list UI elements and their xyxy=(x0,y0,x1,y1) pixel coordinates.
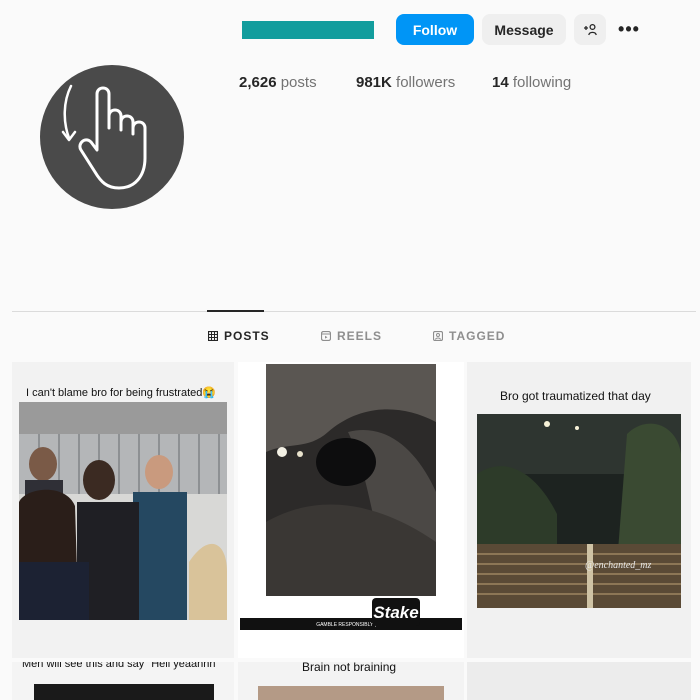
avatar[interactable] xyxy=(40,65,184,209)
active-tab-indicator xyxy=(207,310,264,312)
post-image xyxy=(19,402,227,620)
post-image: @enchanted_mz xyxy=(477,414,681,608)
post-caption: Bro got traumatized that day xyxy=(500,389,651,403)
tagged-icon xyxy=(433,331,443,341)
followers-label: followers xyxy=(396,74,456,91)
message-button[interactable]: Message xyxy=(482,14,566,45)
scroll-hand-icon xyxy=(61,84,147,190)
post-watermark: @enchanted_mz xyxy=(585,560,652,571)
post-tile[interactable]: GAMBLE RESPONSIBLY | 18+ Stake xyxy=(238,362,464,658)
tab-reels[interactable]: REELS xyxy=(321,329,382,343)
followers-stat[interactable]: 981K followers xyxy=(356,74,455,91)
post-caption: Brain not braining xyxy=(302,662,397,674)
post-tile[interactable]: Bro got traumatized that day @enchanted_… xyxy=(467,362,691,658)
post-image xyxy=(34,684,214,700)
username-redacted xyxy=(242,21,374,39)
post-tile[interactable]: Brain not braining xyxy=(238,662,464,700)
post-tile[interactable]: I can't blame bro for being frustrated😭 xyxy=(12,362,234,658)
tab-posts-label: POSTS xyxy=(224,329,270,343)
posts-count: 2,626 xyxy=(239,74,277,91)
tab-tagged[interactable]: TAGGED xyxy=(433,329,505,343)
following-stat[interactable]: 14 following xyxy=(492,74,571,91)
post-image: GAMBLE RESPONSIBLY | 18+ Stake xyxy=(238,362,464,658)
grid-icon xyxy=(208,331,218,341)
following-label: following xyxy=(512,74,572,91)
following-count: 14 xyxy=(492,74,509,91)
post-tile[interactable]: Men will see this and say "Hell yeaahhh" xyxy=(12,662,234,700)
tab-tagged-label: TAGGED xyxy=(449,329,506,343)
posts-label: posts xyxy=(280,74,317,91)
add-user-icon xyxy=(584,23,597,35)
posts-stat: 2,626 posts xyxy=(239,74,317,91)
stake-logo: Stake xyxy=(373,603,418,622)
post-image xyxy=(258,686,444,700)
tab-reels-label: REELS xyxy=(337,329,383,343)
follow-button[interactable]: Follow xyxy=(396,14,474,45)
more-dots-icon: ••• xyxy=(618,19,640,39)
more-options-button[interactable]: ••• xyxy=(614,14,644,45)
post-image xyxy=(467,662,691,700)
reels-icon xyxy=(321,331,331,341)
tabs-divider xyxy=(12,311,696,312)
post-tile[interactable] xyxy=(467,662,691,700)
tab-posts[interactable]: POSTS xyxy=(208,329,270,343)
suggest-user-button[interactable] xyxy=(574,14,606,45)
post-caption: I can't blame bro for being frustrated😭 xyxy=(26,387,217,399)
followers-count: 981K xyxy=(356,74,392,91)
post-caption: Men will see this and say "Hell yeaahhh" xyxy=(22,662,220,670)
